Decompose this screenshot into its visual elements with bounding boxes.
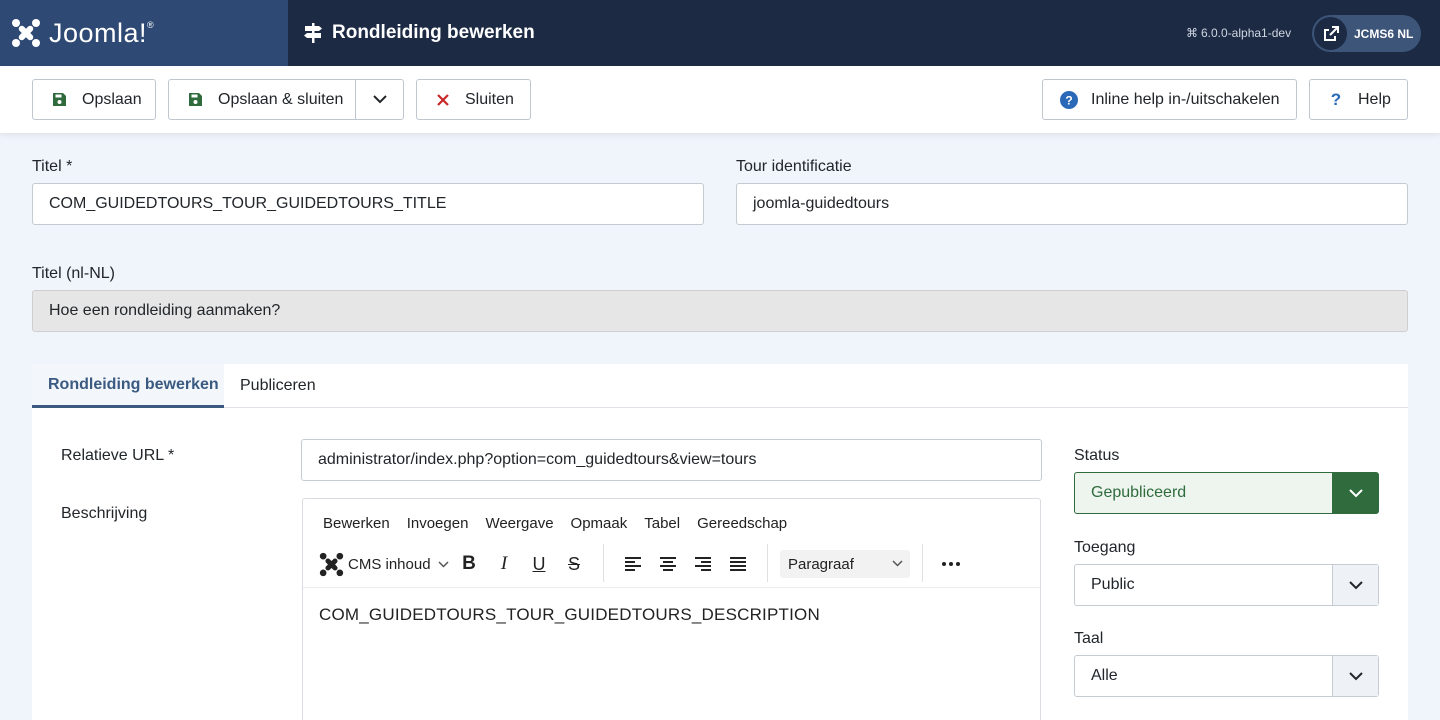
access-value: Public [1091,576,1135,593]
tab-bar: Rondleiding bewerken Publiceren [32,364,1408,408]
chevron-down-icon [892,560,903,567]
menu-edit[interactable]: Bewerken [323,515,390,532]
align-left-icon[interactable] [621,550,645,578]
underline-icon[interactable]: U [527,550,551,578]
chevron-down-icon [1332,656,1378,696]
title-label: Titel * [32,158,73,175]
tab-publishing[interactable]: Publiceren [240,364,316,408]
language-label: Taal [1074,630,1104,647]
cms-content-label: CMS inhoud [348,555,431,573]
tour-id-input[interactable]: joomla-guidedtours [736,183,1408,225]
inline-help-button[interactable]: ? Inline help in-/uitschakelen [1042,79,1297,120]
title-lang-input: Hoe een rondleiding aanmaken? [32,290,1408,332]
site-link-label: JCMS6 NL [1354,26,1414,41]
help-label: Help [1358,90,1391,108]
toolbar-divider [767,544,768,582]
menu-view[interactable]: Weergave [485,515,553,532]
editor-content[interactable]: COM_GUIDEDTOURS_TOUR_GUIDEDTOURS_DESCRIP… [319,605,820,625]
version-text: 6.0.0-alpha1-dev [1201,26,1292,40]
tab-edit-tour[interactable]: Rondleiding bewerken [32,364,224,408]
save-options-dropdown[interactable] [356,80,404,119]
chevron-down-icon [373,95,387,104]
header: Joomla!® Rondleiding bewerken ⌘ 6.0.0-al… [0,0,1440,66]
save-icon [51,92,67,107]
question-circle-icon: ? [1060,90,1078,109]
status-select[interactable]: Gepubliceerd [1074,472,1379,514]
align-center-icon[interactable] [656,550,680,578]
paragraph-select[interactable]: Paragraaf [780,550,910,578]
menu-tools[interactable]: Gereedschap [697,515,787,532]
save-button[interactable]: Opslaan [32,79,156,120]
align-justify-icon[interactable] [726,550,750,578]
joomla-logo-icon [12,19,40,47]
align-right-icon[interactable] [691,550,715,578]
toolbar-divider [922,544,923,582]
bold-icon[interactable]: B [457,550,481,578]
save-close-button[interactable]: Opslaan & sluiten [218,91,343,109]
menu-format[interactable]: Opmaak [571,515,628,532]
external-link-icon [1314,17,1347,50]
menu-table[interactable]: Tabel [644,515,680,532]
url-input[interactable]: administrator/index.php?option=com_guide… [301,439,1042,481]
close-label: Sluiten [465,90,514,108]
language-select[interactable]: Alle [1074,655,1379,697]
tour-id-label: Tour identificatie [736,158,852,175]
question-icon: ? [1330,89,1342,109]
close-icon [436,93,450,106]
joomla-icon [319,552,344,576]
page-title: Rondleiding bewerken [332,22,535,43]
status-label: Status [1074,447,1120,464]
chevron-down-icon [438,560,449,568]
toolbar-divider [603,544,604,582]
joomla-logo[interactable]: Joomla!® [0,0,288,66]
url-label: Relatieve URL * [61,447,175,464]
language-value: Alle [1091,667,1118,684]
svg-text:?: ? [1065,93,1072,107]
page-header: Rondleiding bewerken [304,0,535,66]
joomla-small-icon: ⌘ [1186,26,1198,40]
signpost-icon [304,23,322,43]
access-select[interactable]: Public [1074,564,1379,606]
chevron-down-icon [1332,473,1378,513]
strikethrough-icon[interactable]: S [562,550,586,578]
help-button[interactable]: ? Help [1309,79,1408,120]
title-input[interactable]: COM_GUIDEDTOURS_TOUR_GUIDEDTOURS_TITLE [32,183,704,225]
title-lang-label: Titel (nl-NL) [32,265,115,282]
editor-toolbar-border [303,587,1040,588]
version-info: ⌘ 6.0.0-alpha1-dev [1186,26,1291,40]
status-value: Gepubliceerd [1091,484,1187,501]
toolbar: Opslaan Opslaan & sluiten Sluiten ? Inli… [0,66,1440,133]
editor-menubar: Bewerken Invoegen Weergave Opmaak Tabel … [323,515,804,532]
description-editor: Bewerken Invoegen Weergave Opmaak Tabel … [302,498,1041,720]
paragraph-label: Paragraaf [788,555,854,573]
cms-content-button[interactable]: CMS inhoud [319,550,449,578]
more-options-icon[interactable] [939,550,963,578]
close-button[interactable]: Sluiten [416,79,531,120]
menu-insert[interactable]: Invoegen [407,515,469,532]
inline-help-label: Inline help in-/uitschakelen [1091,90,1280,108]
save-label: Opslaan [82,90,142,108]
logo-text: Joomla!® [49,17,155,48]
access-label: Toegang [1074,539,1136,556]
save-close-icon [187,92,203,107]
site-link-button[interactable]: JCMS6 NL [1312,15,1421,52]
chevron-down-icon [1332,565,1378,605]
description-label: Beschrijving [61,505,148,522]
italic-icon[interactable]: I [492,550,516,578]
save-close-group: Opslaan & sluiten [168,79,404,120]
